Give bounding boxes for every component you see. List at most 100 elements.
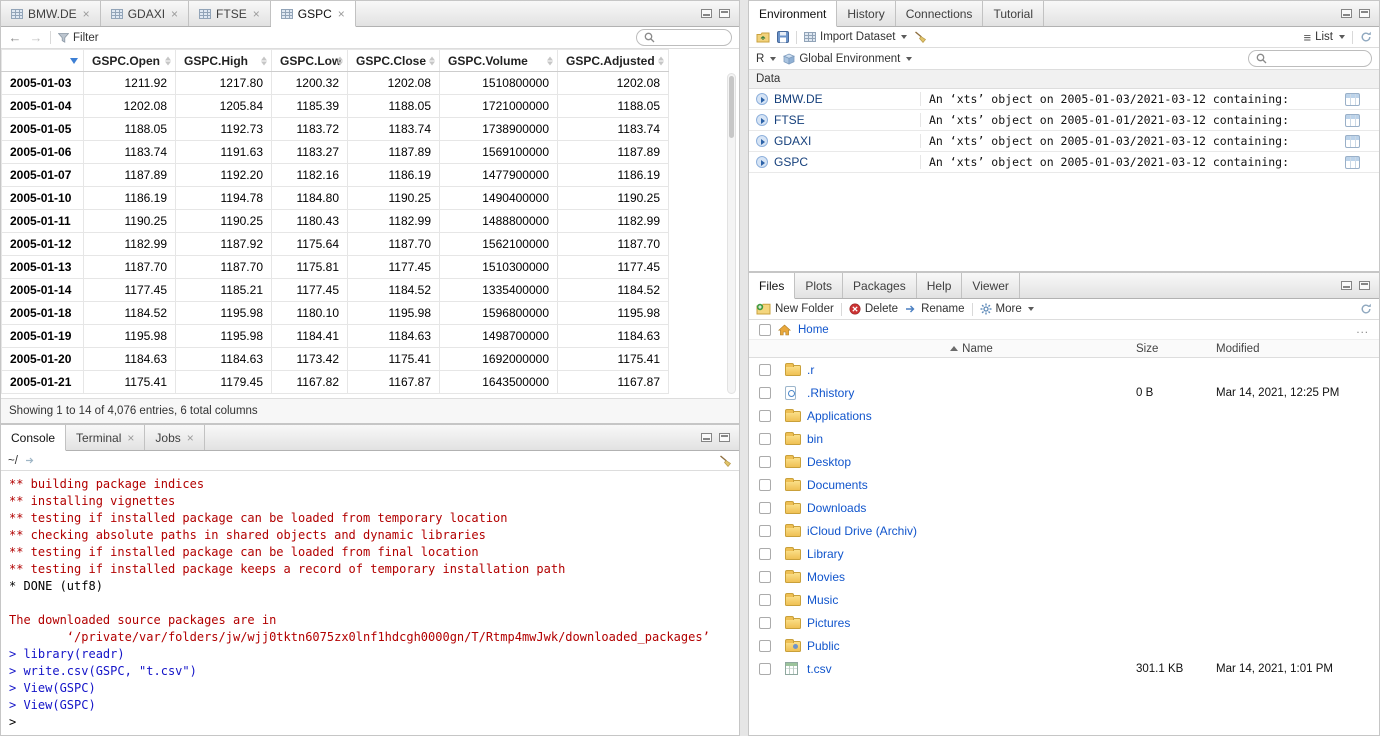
home-breadcrumb-link[interactable]: Home <box>798 324 829 336</box>
tab-plots[interactable]: Plots <box>795 273 843 298</box>
file-checkbox[interactable] <box>759 571 771 583</box>
sort-arrows-icon[interactable] <box>429 56 435 65</box>
file-name-link[interactable]: .Rhistory <box>807 386 1136 400</box>
file-name-link[interactable]: Movies <box>807 570 1136 584</box>
file-name-link[interactable]: Library <box>807 547 1136 561</box>
file-checkbox[interactable] <box>759 364 771 376</box>
tab-ftse[interactable]: FTSE × <box>189 1 271 26</box>
file-checkbox[interactable] <box>759 433 771 445</box>
language-selector[interactable]: R <box>756 53 776 65</box>
file-name-link[interactable]: Public <box>807 639 1136 653</box>
refresh-icon[interactable] <box>1360 31 1372 43</box>
view-object-icon[interactable] <box>1345 93 1360 106</box>
refresh-icon[interactable] <box>1360 303 1372 315</box>
tab-tutorial[interactable]: Tutorial <box>983 1 1044 26</box>
tab-history[interactable]: History <box>837 1 895 26</box>
list-view-button[interactable]: ≡ List <box>1304 31 1346 44</box>
file-name-link[interactable]: .r <box>807 363 1136 377</box>
column-header-gspc.close[interactable]: GSPC.Close <box>348 50 440 72</box>
more-button[interactable]: More <box>980 303 1034 315</box>
table-search-input[interactable] <box>659 32 724 44</box>
minimize-pane-icon[interactable] <box>701 9 712 18</box>
tab-files[interactable]: Files <box>749 273 795 299</box>
column-header-gspc.volume[interactable]: GSPC.Volume <box>440 50 558 72</box>
file-checkbox[interactable] <box>759 640 771 652</box>
minimize-pane-icon[interactable] <box>1341 9 1352 18</box>
close-icon[interactable]: × <box>127 432 134 444</box>
maximize-pane-icon[interactable] <box>719 433 730 442</box>
tab-viewer[interactable]: Viewer <box>962 273 1019 298</box>
tab-packages[interactable]: Packages <box>843 273 917 298</box>
scrollbar-thumb[interactable] <box>729 76 734 138</box>
view-object-icon[interactable] <box>1345 114 1360 127</box>
filter-button[interactable]: Filter <box>58 32 99 44</box>
minimize-pane-icon[interactable] <box>701 433 712 442</box>
tab-help[interactable]: Help <box>917 273 963 298</box>
goto-directory-icon[interactable] <box>25 456 36 465</box>
close-icon[interactable]: × <box>187 432 194 444</box>
sort-arrows-icon[interactable] <box>261 56 267 65</box>
tab-jobs[interactable]: Jobs × <box>145 425 204 450</box>
file-checkbox[interactable] <box>759 663 771 675</box>
environment-object-row[interactable]: GDAXI An ‘xts’ object on 2005-01-03/2021… <box>749 131 1379 152</box>
column-header-gspc.open[interactable]: GSPC.Open <box>84 50 176 72</box>
expand-object-icon[interactable] <box>756 114 768 126</box>
sort-arrows-icon[interactable] <box>337 56 343 65</box>
table-search-box[interactable] <box>636 29 732 46</box>
column-header-gspc.high[interactable]: GSPC.High <box>176 50 272 72</box>
file-checkbox[interactable] <box>759 502 771 514</box>
view-object-icon[interactable] <box>1345 156 1360 169</box>
close-icon[interactable]: × <box>83 8 90 20</box>
maximize-pane-icon[interactable] <box>1359 9 1370 18</box>
forward-arrow-icon[interactable]: → <box>29 30 43 45</box>
file-checkbox[interactable] <box>759 594 771 606</box>
file-checkbox[interactable] <box>759 479 771 491</box>
view-object-icon[interactable] <box>1345 135 1360 148</box>
sort-arrows-icon[interactable] <box>165 56 171 65</box>
tab-console[interactable]: Console <box>1 425 66 451</box>
file-name-link[interactable]: t.csv <box>807 662 1136 676</box>
maximize-pane-icon[interactable] <box>1359 281 1370 290</box>
rownames-column-header[interactable] <box>2 50 84 72</box>
tab-bmw-de[interactable]: BMW.DE × <box>1 1 101 26</box>
clear-environment-icon[interactable] <box>914 31 927 43</box>
environment-search-input[interactable] <box>1271 53 1364 65</box>
import-dataset-button[interactable]: Import Dataset <box>804 31 907 43</box>
expand-object-icon[interactable] <box>756 93 768 105</box>
file-name-link[interactable]: Downloads <box>807 501 1136 515</box>
minimize-pane-icon[interactable] <box>1341 281 1352 290</box>
delete-button[interactable]: Delete <box>849 303 898 315</box>
environment-object-row[interactable]: BMW.DE An ‘xts’ object on 2005-01-03/202… <box>749 89 1379 110</box>
file-checkbox[interactable] <box>759 548 771 560</box>
tab-gdaxi[interactable]: GDAXI × <box>101 1 189 26</box>
tab-connections[interactable]: Connections <box>896 1 984 26</box>
sort-arrows-icon[interactable] <box>547 56 553 65</box>
working-directory[interactable]: ~/ <box>8 455 18 467</box>
file-name-link[interactable]: Music <box>807 593 1136 607</box>
new-folder-button[interactable]: New Folder <box>756 303 834 315</box>
file-checkbox[interactable] <box>759 410 771 422</box>
rename-button[interactable]: Rename <box>905 303 964 315</box>
environment-search-box[interactable] <box>1248 50 1372 67</box>
column-header-gspc.adjusted[interactable]: GSPC.Adjusted <box>558 50 669 72</box>
file-name-link[interactable]: iCloud Drive (Archiv) <box>807 524 1136 538</box>
path-more-button[interactable]: ... <box>1356 324 1369 336</box>
file-name-link[interactable]: Documents <box>807 478 1136 492</box>
file-name-link[interactable]: bin <box>807 432 1136 446</box>
clear-console-icon[interactable] <box>719 455 732 467</box>
expand-object-icon[interactable] <box>756 135 768 147</box>
column-header-gspc.low[interactable]: GSPC.Low <box>272 50 348 72</box>
file-checkbox[interactable] <box>759 387 771 399</box>
file-checkbox[interactable] <box>759 525 771 537</box>
expand-object-icon[interactable] <box>756 156 768 168</box>
file-checkbox[interactable] <box>759 617 771 629</box>
size-column-header[interactable]: Size <box>1136 343 1216 355</box>
file-name-link[interactable]: Desktop <box>807 455 1136 469</box>
tab-gspc[interactable]: GSPC × <box>271 1 356 27</box>
modified-column-header[interactable]: Modified <box>1216 343 1379 355</box>
name-column-header[interactable]: Name <box>807 343 1136 355</box>
tab-environment[interactable]: Environment <box>749 1 837 27</box>
environment-selector[interactable]: Global Environment <box>783 53 912 65</box>
close-icon[interactable]: × <box>171 8 178 20</box>
file-name-link[interactable]: Applications <box>807 409 1136 423</box>
